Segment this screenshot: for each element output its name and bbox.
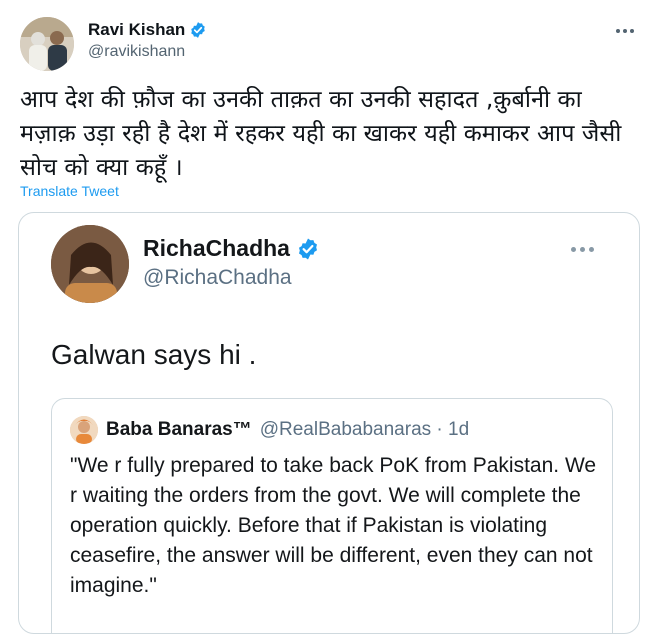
quoted-name-row: RichaChadha xyxy=(143,235,320,262)
author-name-row[interactable]: Ravi Kishan xyxy=(88,20,207,40)
verified-badge-icon xyxy=(298,238,317,259)
author-name[interactable]: Ravi Kishan xyxy=(88,20,185,40)
inner-quoted-tweet: Baba Banaras™ @RealBababanaras · 1d "We … xyxy=(51,398,613,633)
author-handle[interactable]: @ravikishann xyxy=(88,43,185,61)
tweet: Ravi Kishan @ravikishann आप देश की फ़ौज … xyxy=(0,0,650,634)
inner-author-name: Baba Banaras™ xyxy=(106,419,252,440)
inner-tweet-text: "We r fully prepared to take back PoK fr… xyxy=(70,454,597,597)
more-horizontal-icon[interactable] xyxy=(612,24,638,38)
quoted-author-name: RichaChadha xyxy=(143,235,290,261)
inner-avatar xyxy=(70,416,98,444)
inner-tweet-header: Baba Banaras™ @RealBababanaras · 1d xyxy=(70,416,469,444)
verified-badge-icon xyxy=(191,22,206,38)
quoted-more-icon xyxy=(571,247,594,252)
tweet-text: आप देश की फ़ौज का उनकी ताक़त का उनकी सहा… xyxy=(20,85,622,181)
avatar[interactable] xyxy=(20,17,74,71)
quoted-avatar xyxy=(51,225,129,303)
quoted-screenshot-card[interactable]: RichaChadha @RichaChadha Galwan says hi … xyxy=(18,212,640,634)
quoted-author-handle: @RichaChadha xyxy=(143,266,292,289)
translate-tweet-link[interactable]: Translate Tweet xyxy=(20,183,119,199)
inner-author-handle: @RealBababanaras · 1d xyxy=(259,419,470,440)
quoted-tweet-text: Galwan says hi . xyxy=(51,339,257,370)
